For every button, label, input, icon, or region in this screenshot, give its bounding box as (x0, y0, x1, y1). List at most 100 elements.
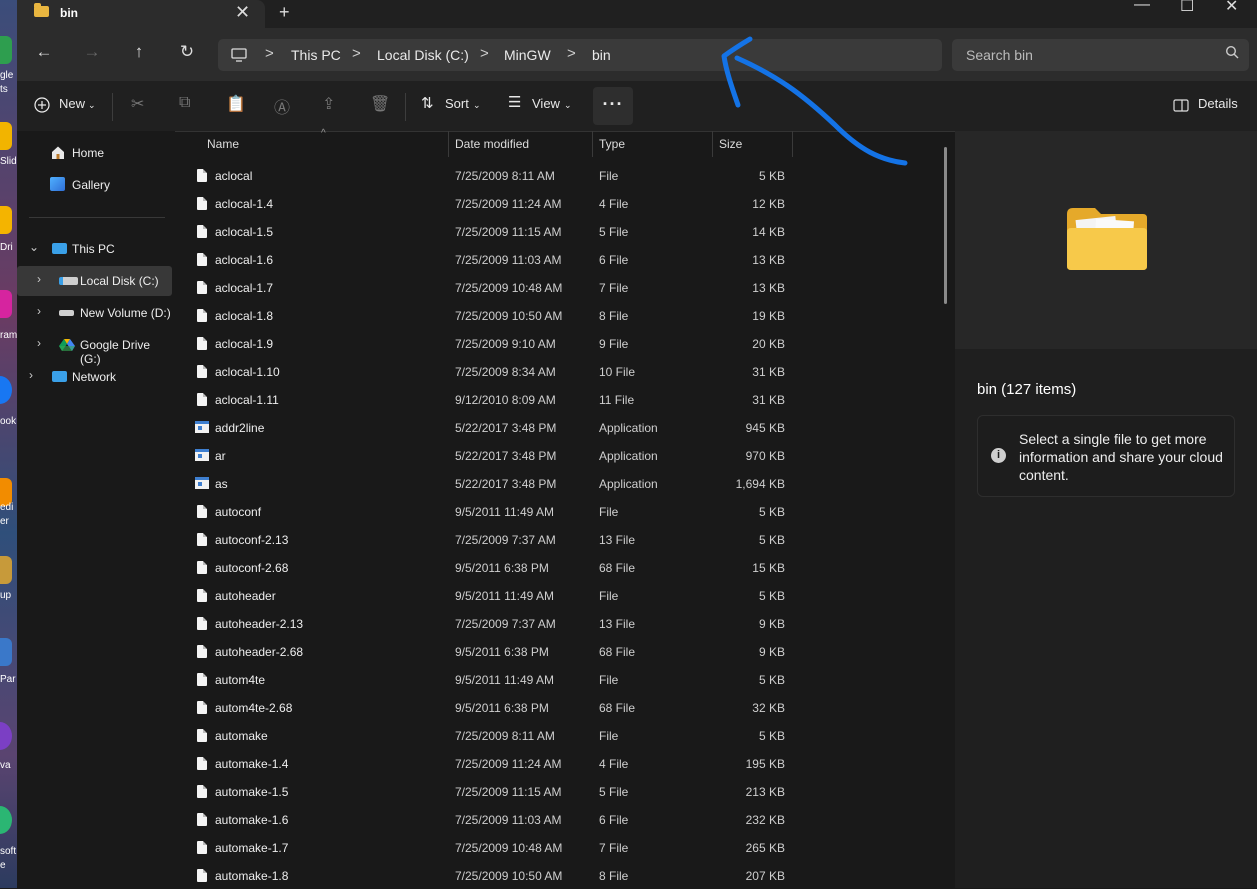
close-tab-icon[interactable]: ✕ (235, 2, 250, 23)
column-divider[interactable] (712, 131, 713, 157)
details-button[interactable]: Details (1198, 96, 1238, 111)
divider (29, 217, 165, 218)
maximize-button[interactable]: ☐ (1180, 0, 1194, 16)
sort-button[interactable]: Sort (445, 96, 469, 111)
table-row[interactable]: autom4te 9/5/2011 11:49 AM File 5 KB (175, 665, 935, 693)
table-row[interactable]: automake-1.4 7/25/2009 11:24 AM 4 File 195 … (175, 749, 935, 777)
table-row[interactable]: automake-1.6 7/25/2009 11:03 AM 6 File 232 … (175, 805, 935, 833)
sidebar-item-this-pc[interactable]: ⌄ This PC (17, 234, 172, 264)
column-divider[interactable] (592, 131, 593, 157)
minimize-button[interactable]: — (1134, 0, 1150, 14)
column-type[interactable]: Type (599, 137, 625, 151)
chevron-right-icon[interactable]: › (37, 272, 41, 286)
sidebar-item-label: Home (72, 146, 105, 160)
desktop-app-icon[interactable] (0, 638, 12, 666)
close-window-button[interactable]: ✕ (1225, 0, 1238, 16)
sidebar-item-home[interactable]: Home (17, 138, 172, 168)
table-row[interactable]: automake-1.5 7/25/2009 11:15 AM 5 File 213 … (175, 777, 935, 805)
new-tab-button[interactable]: + (279, 2, 290, 23)
drive-icon (59, 310, 74, 316)
table-row[interactable]: autoconf-2.13 7/25/2009 7:37 AM 13 File 5 K… (175, 525, 935, 553)
table-row[interactable]: as 5/22/2017 3:48 PM Application 1,694 KB (175, 469, 935, 497)
tab-bin[interactable]: bin ✕ (17, 0, 265, 28)
desktop-app-icon[interactable] (0, 206, 12, 234)
back-button[interactable]: ← (32, 42, 56, 62)
table-row[interactable]: aclocal-1.6 7/25/2009 11:03 AM 6 File 13 KB (175, 245, 935, 273)
column-divider[interactable] (792, 131, 793, 157)
table-row[interactable]: autoconf-2.68 9/5/2011 6:38 PM 68 File 15 K… (175, 553, 935, 581)
breadcrumb-local-disk[interactable]: Local Disk (C:) (377, 47, 469, 63)
table-row[interactable]: aclocal-1.5 7/25/2009 11:15 AM 5 File 14 KB (175, 217, 935, 245)
chevron-down-icon[interactable]: ⌄ (29, 240, 39, 254)
breadcrumb-this-pc[interactable]: This PC (291, 47, 341, 63)
table-row[interactable]: autom4te-2.68 9/5/2011 6:38 PM 68 File 32 K… (175, 693, 935, 721)
copy-icon[interactable]: ⧉ (179, 94, 190, 112)
table-row[interactable]: aclocal-1.4 7/25/2009 11:24 AM 4 File 12 KB (175, 189, 935, 217)
column-divider[interactable] (448, 131, 449, 157)
sidebar-item-local-disk[interactable]: › Local Disk (C:) (17, 266, 172, 296)
sidebar-item-network[interactable]: › Network (17, 362, 172, 392)
table-row[interactable]: aclocal-1.9 7/25/2009 9:10 AM 9 File 20 KB (175, 329, 935, 357)
file-type: 7 File (599, 841, 629, 855)
search-box[interactable]: Search bin (952, 39, 1249, 71)
column-date[interactable]: Date modified (455, 137, 529, 151)
refresh-button[interactable]: ↻ (175, 42, 199, 62)
table-row[interactable]: automake-1.7 7/25/2009 10:48 AM 7 File 265 … (175, 833, 935, 861)
table-row[interactable]: autoheader-2.68 9/5/2011 6:38 PM 68 File 9 … (175, 637, 935, 665)
table-row[interactable]: autoconf 9/5/2011 11:49 AM File 5 KB (175, 497, 935, 525)
table-row[interactable]: autoheader-2.13 7/25/2009 7:37 AM 13 File 9… (175, 609, 935, 637)
table-row[interactable]: aclocal-1.11 9/12/2010 8:09 AM 11 File 31 K… (175, 385, 935, 413)
desktop-app-icon[interactable] (0, 290, 12, 318)
desktop-app-icon[interactable] (0, 806, 12, 834)
table-row[interactable]: aclocal-1.10 7/25/2009 8:34 AM 10 File 31 K… (175, 357, 935, 385)
sidebar-item-new-volume[interactable]: › New Volume (D:) (17, 298, 172, 328)
forward-button[interactable]: → (80, 42, 104, 62)
chevron-right-icon[interactable]: › (37, 304, 41, 318)
file-size: 232 KB (745, 813, 785, 827)
scrollbar-thumb[interactable] (944, 147, 947, 304)
title-bar: bin ✕ + — ☐ ✕ (17, 0, 1257, 28)
paste-icon[interactable]: 📋 (226, 94, 246, 114)
table-row[interactable]: autoheader 9/5/2011 11:49 AM File 5 KB (175, 581, 935, 609)
file-date: 5/22/2017 3:48 PM (455, 421, 557, 435)
chevron-right-icon[interactable]: › (29, 368, 33, 382)
share-icon[interactable]: ⇪ (322, 94, 335, 114)
file-icon (197, 253, 207, 266)
desktop-app-icon[interactable] (0, 36, 12, 64)
sort-icon: ⇅ (421, 95, 434, 112)
more-options-button[interactable]: ··· (593, 87, 633, 125)
search-input[interactable]: Search bin (966, 47, 1033, 63)
network-icon (52, 371, 67, 382)
table-row[interactable]: automake 7/25/2009 8:11 AM File 5 KB (175, 721, 935, 749)
table-row[interactable]: automake-1.8 7/25/2009 10:50 AM 8 File 207 … (175, 861, 935, 889)
desktop-app-icon[interactable] (0, 122, 12, 150)
desktop-label: va (0, 760, 11, 771)
column-name[interactable]: Name (207, 137, 239, 151)
table-row[interactable]: ar 5/22/2017 3:48 PM Application 970 KB (175, 441, 935, 469)
desktop-app-icon[interactable] (0, 556, 12, 584)
rename-icon[interactable]: Ⓐ (274, 94, 290, 118)
up-button[interactable]: ↑ (127, 42, 151, 62)
file-name: aclocal-1.6 (215, 253, 274, 267)
desktop-app-icon[interactable] (0, 376, 12, 404)
sidebar-item-gallery[interactable]: Gallery (17, 170, 172, 200)
new-button[interactable]: New (59, 96, 85, 111)
table-row[interactable]: aclocal 7/25/2009 8:11 AM File 5 KB (175, 161, 935, 189)
file-size: 5 KB (758, 505, 785, 519)
view-button[interactable]: View (532, 96, 560, 111)
table-row[interactable]: aclocal-1.7 7/25/2009 10:48 AM 7 File 13 KB (175, 273, 935, 301)
desktop-label: gle (0, 70, 14, 81)
file-name: aclocal (215, 169, 253, 183)
file-type: Application (599, 421, 658, 435)
address-bar[interactable]: > This PC > Local Disk (C:) > MinGW > bi… (218, 39, 942, 71)
breadcrumb-mingw[interactable]: MinGW (504, 47, 551, 63)
delete-icon[interactable]: 🗑 (370, 94, 390, 114)
chevron-right-icon[interactable]: › (37, 336, 41, 350)
table-row[interactable]: aclocal-1.8 7/25/2009 10:50 AM 8 File 19 KB (175, 301, 935, 329)
column-size[interactable]: Size (719, 137, 742, 151)
cut-icon[interactable]: ✂ (131, 94, 144, 114)
desktop-app-icon[interactable] (0, 722, 12, 750)
table-row[interactable]: addr2line 5/22/2017 3:48 PM Application 945… (175, 413, 935, 441)
sidebar-item-google-drive[interactable]: › Google Drive (G:) (17, 330, 172, 366)
breadcrumb-bin[interactable]: bin (592, 47, 611, 63)
